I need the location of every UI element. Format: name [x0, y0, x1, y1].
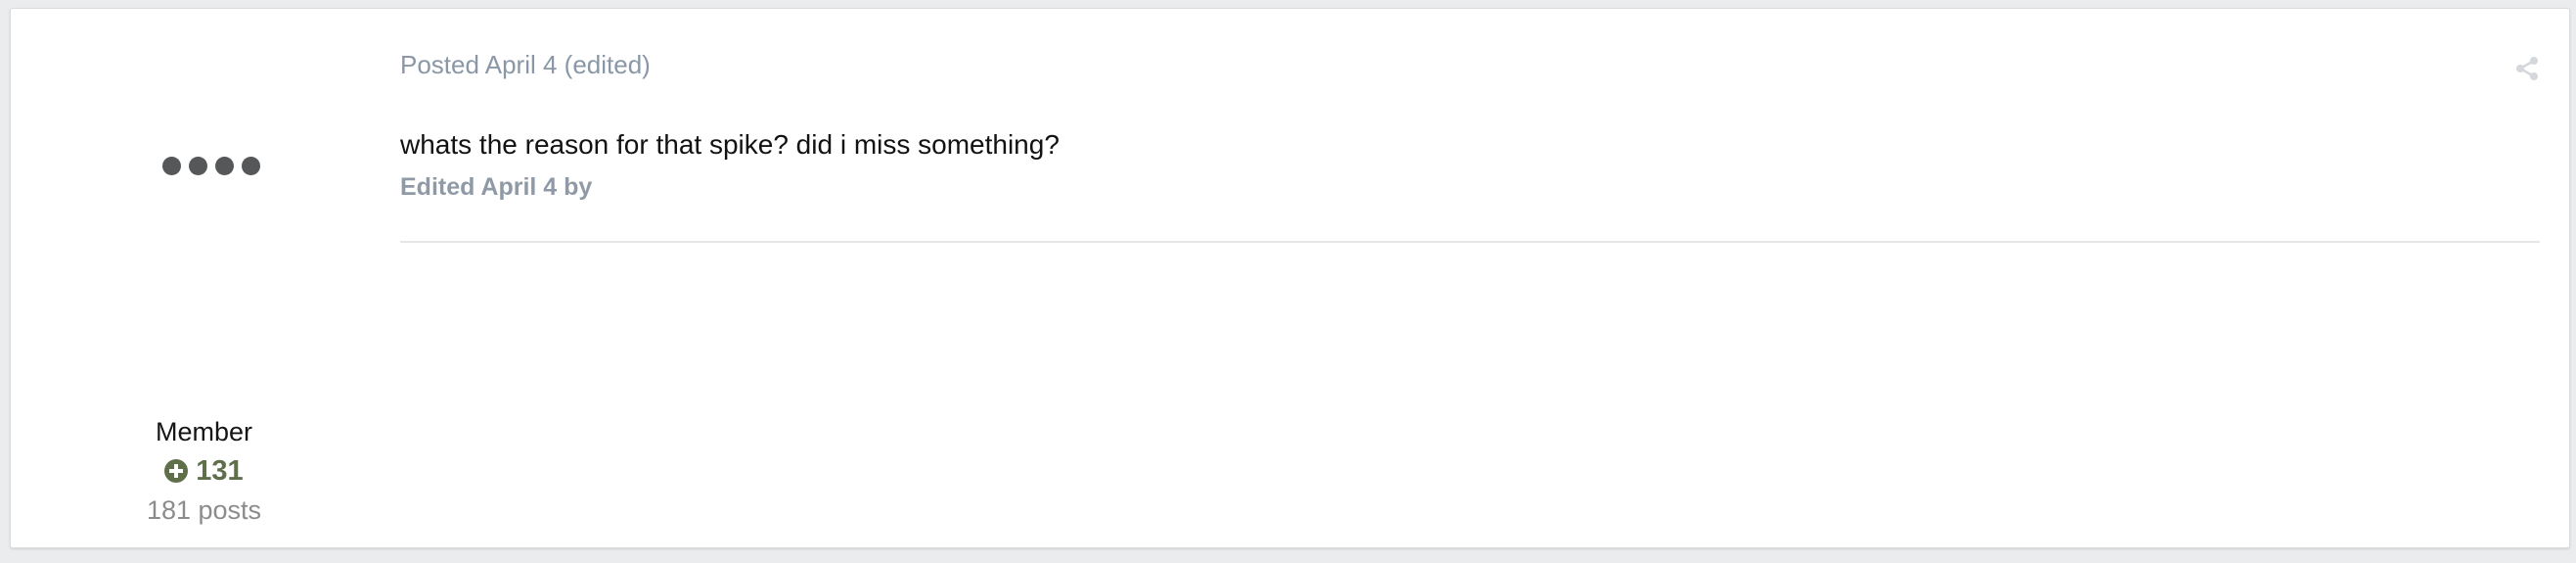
- forum-post: Member 131 181 posts Posted April 4 (edi…: [10, 8, 2570, 548]
- avatar-dot: [242, 156, 260, 175]
- author-meta: Member 131 181 posts: [11, 412, 397, 530]
- member-title: Member: [155, 417, 253, 446]
- post-count: 181 posts: [146, 495, 262, 525]
- author-column: Member 131 181 posts: [11, 9, 397, 547]
- avatar-dot: [215, 156, 234, 175]
- avatar[interactable]: [162, 151, 260, 180]
- post-date-link[interactable]: Posted April 4 (edited): [400, 48, 651, 81]
- reputation-badge: 131: [11, 451, 397, 491]
- divider: [400, 241, 2540, 243]
- avatar-dot: [189, 156, 207, 175]
- avatar-dot: [162, 156, 181, 175]
- plus-circle-icon: [164, 459, 189, 483]
- edited-note: Edited April 4 by: [400, 173, 593, 201]
- post-body: whats the reason for that spike? did i m…: [400, 129, 1060, 160]
- reputation-count: 131: [196, 455, 244, 487]
- post-content-column: Posted April 4 (edited) whats the reason…: [400, 9, 2540, 547]
- share-icon[interactable]: [2514, 56, 2540, 81]
